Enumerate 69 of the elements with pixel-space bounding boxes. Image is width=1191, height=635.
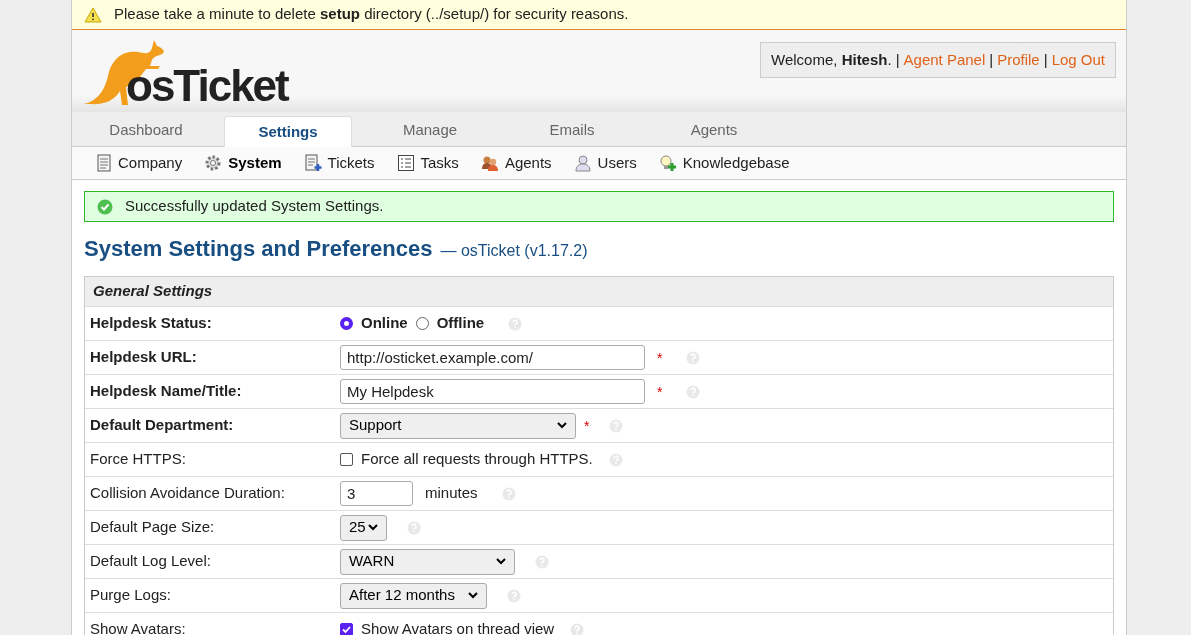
select-field[interactable]: Support <box>340 412 576 439</box>
setting-label: Default Page Size: <box>89 517 216 538</box>
sub-nav-item[interactable]: Agents <box>480 151 552 175</box>
setting-label: Force HTTPS: <box>89 449 187 470</box>
nav-tab[interactable]: Manage <box>366 115 494 146</box>
select-field[interactable]: 25 <box>340 514 387 541</box>
nav-tab[interactable]: Settings <box>224 116 352 147</box>
number-field[interactable]: 3 <box>340 481 413 506</box>
separator: | <box>1043 49 1048 70</box>
gear-icon <box>204 154 223 172</box>
checkbox-label: Force all requests through HTTPS. <box>361 449 593 470</box>
separator: | <box>895 49 900 70</box>
required-mark: * <box>584 416 590 436</box>
check-circle-icon <box>97 198 113 215</box>
unit-label: minutes <box>425 483 478 504</box>
list-icon <box>396 154 415 172</box>
sub-nav-item[interactable]: Knowledgebase <box>658 151 790 175</box>
radio-label: Online <box>361 313 408 334</box>
setting-label: Collision Avoidance Duration: <box>89 483 286 504</box>
chevron-down-icon <box>496 558 506 565</box>
user-icon <box>573 154 592 172</box>
setting-label: Default Department: <box>89 415 235 436</box>
select-value: WARN <box>349 551 395 572</box>
radio-button[interactable] <box>340 317 353 330</box>
chevron-down-icon <box>368 524 378 531</box>
warning-icon <box>84 6 102 23</box>
select-value: 25 <box>349 517 366 538</box>
setting-label: Show Avatars: <box>89 619 187 635</box>
separator: | <box>989 49 994 70</box>
welcome-text: Welcome, Hitesh. <box>771 49 892 70</box>
radio-label: Offline <box>436 313 485 334</box>
checkbox-label: Show Avatars on thread view <box>361 619 555 635</box>
setting-label: Helpdesk URL: <box>89 347 198 368</box>
nav-tab[interactable]: Dashboard <box>82 115 210 146</box>
sub-nav-item[interactable]: Users <box>573 151 637 175</box>
page-subtitle: — osTicket (v1.17.2) <box>440 241 588 261</box>
required-mark: * <box>657 349 663 366</box>
sub-nav-item[interactable]: System <box>204 151 282 175</box>
chevron-down-icon <box>557 422 567 429</box>
page-title: System Settings and Preferences <box>84 235 433 263</box>
sub-nav-item[interactable]: Tasks <box>396 151 459 175</box>
chevron-down-icon <box>468 592 478 599</box>
checkbox[interactable] <box>340 623 353 635</box>
required-mark: * <box>657 383 663 400</box>
text-field[interactable]: My Helpdesk <box>340 379 645 404</box>
document-plus-icon <box>303 154 322 172</box>
logo[interactable]: osTicket <box>82 30 302 108</box>
nav-tab[interactable]: Agents <box>650 115 778 146</box>
logo-text: osTicket <box>126 64 288 108</box>
section-header: General Settings <box>85 277 1113 307</box>
setting-label: Default Log Level: <box>89 551 212 572</box>
warning-text: Please take a minute to delete setup directory (../setup/) for security reasons. <box>114 4 629 25</box>
select-value: After 12 months <box>349 585 455 606</box>
select-field[interactable]: WARN <box>340 548 515 575</box>
setting-label: Helpdesk Status: <box>89 313 213 334</box>
document-icon <box>96 154 112 172</box>
nav-tab[interactable]: Emails <box>508 115 636 146</box>
people-icon <box>480 154 499 172</box>
text-field[interactable]: http://osticket.example.com/ <box>340 345 645 370</box>
radio-button[interactable] <box>415 317 429 330</box>
select-field[interactable]: After 12 months <box>340 582 487 609</box>
setting-label: Purge Logs: <box>89 585 172 606</box>
sub-nav-item[interactable]: Company <box>96 151 183 175</box>
notice-text: Successfully updated System Settings. <box>125 196 384 217</box>
checkbox[interactable] <box>340 453 353 466</box>
select-value: Support <box>349 415 402 436</box>
bulb-plus-icon <box>658 154 677 172</box>
sub-nav-item[interactable]: Tickets <box>303 151 375 175</box>
setting-label: Helpdesk Name/Title: <box>89 381 243 402</box>
